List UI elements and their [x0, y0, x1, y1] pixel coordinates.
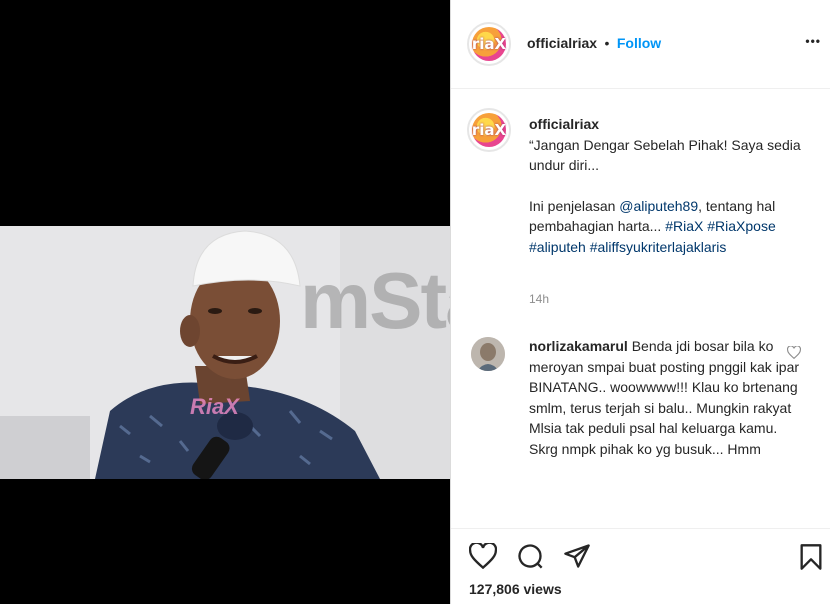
separator-dot: •: [604, 35, 610, 51]
follow-button[interactable]: Follow: [617, 35, 661, 51]
post-timestamp[interactable]: 14h: [529, 292, 549, 306]
mention-link[interactable]: @aliputeh89: [619, 198, 698, 214]
post-details-panel: riaX officialriax • Follow ••• riaX offi…: [450, 0, 830, 604]
caption-headline: “Jangan Dengar Sebelah Pihak! Saya sedia…: [529, 136, 801, 174]
riax-logo-icon: riaX: [471, 121, 507, 139]
riax-overlay-logo: RiaX: [190, 394, 239, 419]
comment-icon[interactable]: [516, 542, 544, 575]
commenter-photo-icon: [471, 337, 505, 371]
comment-username[interactable]: norlizakamarul: [529, 338, 628, 354]
hashtag-link[interactable]: #aliffsyukriterlajaklaris: [590, 239, 727, 255]
caption-username[interactable]: officialriax: [529, 114, 819, 135]
commenter-avatar[interactable]: [471, 337, 505, 371]
share-paper-plane-icon[interactable]: [563, 542, 591, 575]
save-bookmark-icon[interactable]: [799, 543, 823, 576]
post-caption: officialriax “Jangan Dengar Sebelah Piha…: [529, 114, 819, 257]
comment-text: Benda jdi bosar bila ko meroyan smpai bu…: [529, 338, 800, 457]
account-avatar[interactable]: riaX: [467, 22, 511, 66]
hashtag-link[interactable]: #RiaXpose: [707, 218, 776, 234]
post-header: riaX officialriax • Follow •••: [451, 0, 830, 89]
like-heart-icon[interactable]: [468, 541, 498, 574]
hashtag-link[interactable]: #aliputeh: [529, 239, 586, 255]
header-user-line: officialriax • Follow: [527, 35, 661, 53]
caption-body: Ini penjelasan @aliputeh89, tentang hal …: [529, 196, 819, 258]
comment-like-icon[interactable]: [786, 345, 802, 364]
caption-text-a: Ini penjelasan: [529, 197, 620, 214]
more-options-icon[interactable]: •••: [805, 34, 821, 48]
header-username[interactable]: officialriax: [527, 35, 597, 51]
caption-avatar[interactable]: riaX: [467, 108, 511, 152]
hashtag-link[interactable]: #RiaX: [665, 218, 703, 234]
views-count[interactable]: 127,806 views: [469, 581, 562, 597]
comment: norlizakamarul Benda jdi bosar bila ko m…: [529, 336, 807, 459]
riax-logo-icon: riaX: [471, 35, 507, 53]
